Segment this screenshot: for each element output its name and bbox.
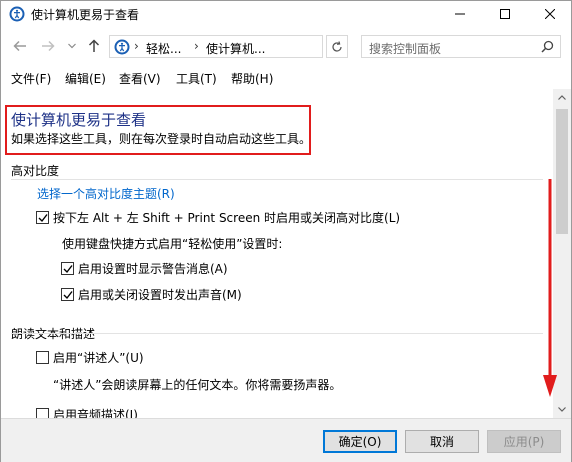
content-pane: 使计算机更易于查看 如果选择这些工具，则在每次登录时自动启动这些工具。 高对比度… [1, 89, 553, 418]
audio-description-checkbox[interactable] [36, 408, 49, 418]
menu-file[interactable]: 文件(F) [11, 70, 51, 87]
menu-edit[interactable]: 编辑(E) [65, 70, 106, 87]
choose-high-contrast-theme-link[interactable]: 选择一个高对比度主题(R) [37, 185, 175, 202]
play-sound-label[interactable]: 启用或关闭设置时发出声音(M) [78, 286, 242, 303]
scroll-down-button[interactable] [553, 401, 571, 418]
refresh-button[interactable] [326, 35, 348, 58]
forward-button[interactable] [39, 37, 57, 55]
breadcrumb-ease-of-access[interactable]: 轻松... [146, 40, 181, 57]
narrator-checkbox[interactable] [36, 351, 49, 364]
maximize-button[interactable] [482, 1, 527, 27]
chevron-up-icon [558, 95, 566, 100]
checkmark-icon [63, 291, 73, 300]
breadcrumb-make-easier-to-see[interactable]: 使计算机... [206, 40, 265, 57]
search-field[interactable]: 搜索控制面板 [361, 35, 561, 58]
chevron-down-icon [68, 43, 76, 49]
up-button[interactable] [85, 37, 103, 55]
shortcut-intro-text: 使用键盘快捷方式启用“轻松使用”设置时: [62, 237, 283, 251]
ok-button[interactable]: 确定(O) [323, 430, 397, 453]
up-arrow-icon [88, 39, 100, 52]
window-title: 使计算机更易于查看 [31, 8, 140, 22]
recent-locations-button[interactable] [63, 37, 81, 55]
show-warning-checkbox[interactable] [61, 262, 74, 275]
audio-description-label[interactable]: 启用音频描述(I) [53, 406, 138, 418]
menu-help[interactable]: 帮助(H) [231, 70, 273, 87]
section-divider [11, 179, 543, 180]
annotation-down-arrow-icon [543, 179, 557, 397]
menu-view[interactable]: 查看(V) [119, 70, 161, 87]
scroll-up-button[interactable] [553, 89, 571, 106]
play-sound-checkbox[interactable] [61, 288, 74, 301]
control-panel-icon [114, 39, 130, 55]
section-title-high-contrast: 高对比度 [11, 164, 60, 178]
navigation-bar: › 轻松... › 使计算机... 搜索控制面板 [1, 31, 571, 61]
apply-button[interactable]: 应用(P) [487, 430, 561, 453]
show-warning-label[interactable]: 启用设置时显示警告消息(A) [78, 260, 228, 277]
checkmark-icon [38, 214, 48, 223]
chevron-down-icon [558, 407, 566, 412]
ease-of-access-icon [9, 6, 25, 22]
page-subtitle: 如果选择这些工具，则在每次登录时自动启动这些工具。 [11, 132, 312, 146]
menu-bar: 文件(F) 编辑(E) 查看(V) 工具(T) 帮助(H) [1, 67, 571, 89]
cancel-button[interactable]: 取消 [405, 430, 479, 453]
search-placeholder: 搜索控制面板 [369, 42, 442, 56]
close-button[interactable] [527, 1, 572, 27]
address-bar[interactable]: › 轻松... › 使计算机... [109, 35, 421, 58]
control-panel-window: 使计算机更易于查看 › 轻松... › 使计算机... 搜索控制面板 文件(F)… [0, 0, 572, 462]
title-bar: 使计算机更易于查看 [1, 1, 571, 27]
chevron-right-icon: › [194, 39, 199, 53]
checkmark-icon [63, 265, 73, 274]
dialog-button-bar: 确定(O) 取消 应用(P) [1, 418, 571, 462]
page-title: 使计算机更易于查看 [11, 111, 147, 129]
refresh-icon [332, 40, 342, 52]
high-contrast-shortcut-label[interactable]: 按下左 Alt + 左 Shift + Print Screen 时启用或关闭高… [53, 209, 400, 226]
search-icon[interactable] [541, 40, 554, 56]
minimize-button[interactable] [437, 1, 482, 27]
section-divider [11, 333, 543, 334]
chevron-right-icon: › [134, 39, 139, 53]
high-contrast-shortcut-checkbox[interactable] [36, 211, 49, 224]
narrator-description: “讲述人”会朗读屏幕上的任何文本。你将需要扬声器。 [53, 378, 342, 392]
narrator-label[interactable]: 启用“讲述人”(U) [53, 349, 144, 366]
back-button[interactable] [11, 37, 29, 55]
forward-arrow-icon [42, 40, 55, 52]
back-arrow-icon [13, 40, 26, 52]
menu-tools[interactable]: 工具(T) [176, 70, 217, 87]
